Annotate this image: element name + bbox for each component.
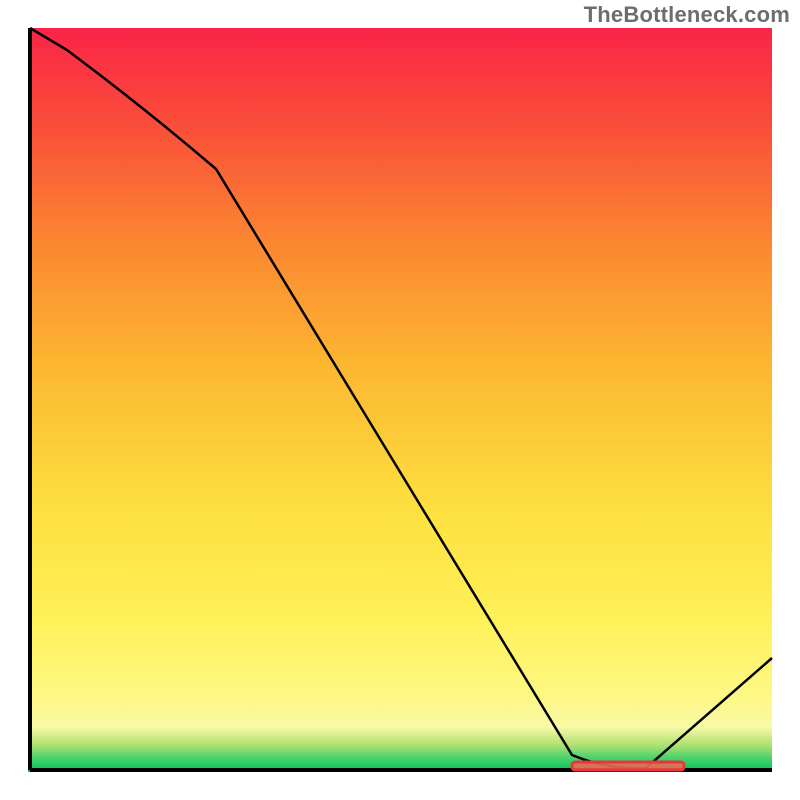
bottleneck-curve	[30, 28, 772, 768]
chart-container: TheBottleneck.com	[0, 0, 800, 800]
watermark-text: TheBottleneck.com	[584, 2, 790, 28]
plot-area	[28, 28, 772, 772]
chart-overlay	[28, 28, 772, 772]
